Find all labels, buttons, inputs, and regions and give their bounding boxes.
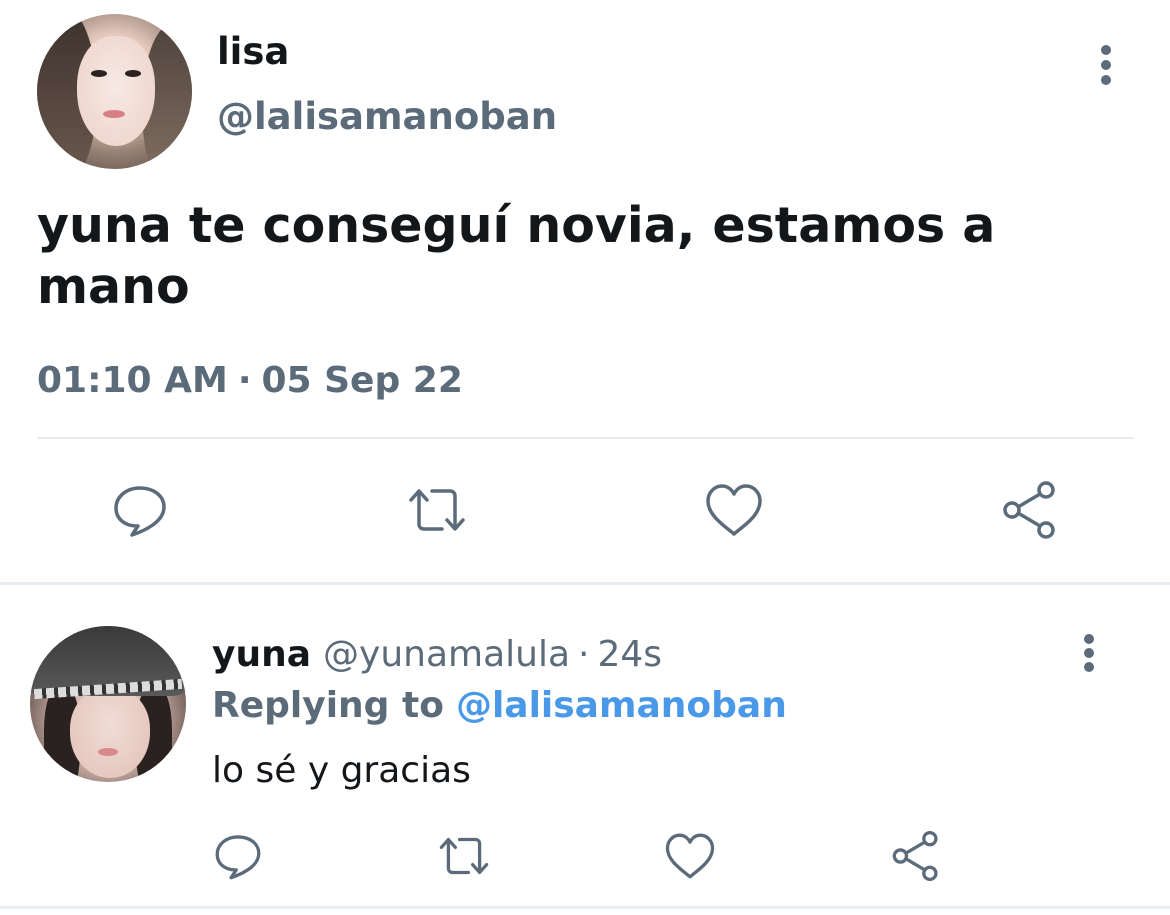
- retweet-icon[interactable]: [407, 480, 467, 540]
- more-options-icon[interactable]: [1076, 633, 1102, 673]
- replying-to-label: Replying to: [212, 685, 444, 726]
- divider: [37, 437, 1134, 439]
- like-icon[interactable]: [704, 480, 764, 540]
- divider: [0, 906, 1170, 909]
- handle[interactable]: @lalisamanoban: [217, 95, 557, 139]
- more-options-icon[interactable]: [1093, 44, 1119, 86]
- reply-display-name[interactable]: yuna: [212, 634, 311, 675]
- tweet-date: 05 Sep 22: [261, 360, 463, 401]
- tweet-text: yuna te conseguí novia, estamos a mano: [37, 197, 996, 315]
- tweet-time: 01:10 AM: [37, 360, 228, 401]
- share-icon[interactable]: [1000, 480, 1060, 540]
- reply-handle[interactable]: @yunamalula: [323, 634, 570, 675]
- reply-avatar[interactable]: [30, 626, 186, 782]
- tweet-timestamp: 01:10 AM · 05 Sep 22: [37, 358, 463, 404]
- main-tweet: lisa @lalisamanoban yuna te conseguí nov…: [0, 0, 1170, 585]
- share-icon[interactable]: [890, 830, 942, 882]
- reply-icon[interactable]: [110, 480, 170, 540]
- avatar[interactable]: [37, 14, 192, 169]
- reply-separator: ·: [578, 634, 590, 675]
- like-icon[interactable]: [664, 830, 716, 882]
- divider: [0, 582, 1170, 585]
- reply-header: yuna @yunamalula · 24s: [212, 633, 662, 677]
- reply-timestamp: 24s: [597, 634, 663, 675]
- display-name[interactable]: lisa: [217, 30, 289, 74]
- reply-text: lo sé y gracias: [212, 750, 471, 791]
- retweet-icon[interactable]: [438, 830, 490, 882]
- replying-to-link[interactable]: @lalisamanoban: [456, 685, 787, 726]
- reply-icon[interactable]: [212, 830, 264, 882]
- timestamp-separator: ·: [237, 360, 252, 401]
- replying-to: Replying to @lalisamanoban: [212, 684, 787, 728]
